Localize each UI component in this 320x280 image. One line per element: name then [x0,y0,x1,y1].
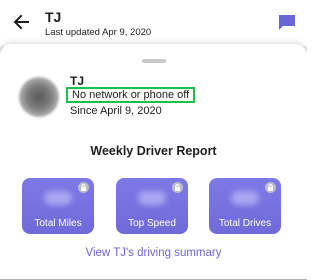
driver-detail-screen: TJ Last updated Apr 9, 2020 TJ No networ… [0,0,307,280]
card-label: Total Drives [218,218,272,229]
total-drives-card[interactable]: Total Drives [209,178,281,234]
status-since: Since April 9, 2020 [70,105,162,117]
lock-icon [172,182,183,193]
blurred-value [138,191,166,205]
driving-summary-link[interactable]: View TJ's driving summary [0,247,307,259]
report-title: Weekly Driver Report [90,144,217,158]
bottom-sheet: TJ No network or phone off Since April 9… [0,44,307,279]
header-bar: TJ Last updated Apr 9, 2020 [0,0,307,46]
last-updated-text: Last updated Apr 9, 2020 [45,27,152,38]
page-title: TJ [45,9,62,25]
driver-name: TJ [70,74,85,88]
lock-icon [265,182,276,193]
lock-icon [78,182,89,193]
chat-bubble-icon[interactable] [278,14,296,31]
blurred-value [231,191,259,205]
blurred-value [44,191,72,205]
top-speed-card[interactable]: Top Speed [116,178,188,234]
status-highlight: No network or phone off [66,87,196,103]
card-label: Top Speed [128,218,176,229]
drag-handle[interactable] [142,59,166,63]
total-miles-card[interactable]: Total Miles [22,178,94,234]
connection-status: No network or phone off [72,88,190,101]
card-label: Total Miles [34,218,82,229]
avatar [19,77,59,117]
arrow-left-icon[interactable] [12,12,32,32]
